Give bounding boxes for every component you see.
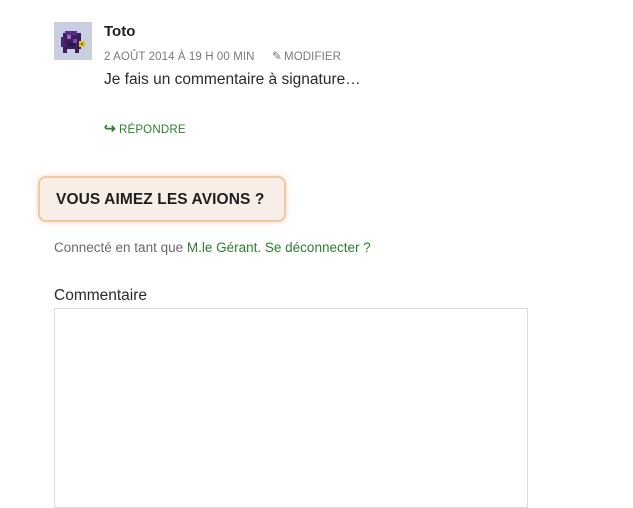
- logged-in-as: Connecté en tant que M.le Gérant. Se déc…: [54, 240, 371, 255]
- reply-title: VOUS AIMEZ LES AVIONS ?: [56, 191, 265, 208]
- comment-text: Je fais un commentaire à signature…: [104, 71, 361, 88]
- user-link[interactable]: M.le Gérant: [187, 240, 258, 255]
- comment-meta: 2 AOÛT 2014 À 19 H 00 MIN ✎ MODIFIER: [104, 49, 341, 63]
- avatar: [54, 22, 92, 60]
- pixel-avatar-icon: [55, 23, 91, 59]
- reply-form-heading: VOUS AIMEZ LES AVIONS ?: [38, 176, 286, 222]
- logout-link[interactable]: Se déconnecter ?: [265, 240, 371, 255]
- edit-label[interactable]: MODIFIER: [284, 51, 341, 63]
- comment-date[interactable]: 2 AOÛT 2014 À 19 H 00 MIN: [104, 51, 255, 63]
- comment-label: Commentaire: [54, 287, 148, 304]
- reply-arrow-icon: ↪: [104, 120, 116, 136]
- comment-author[interactable]: Toto: [104, 23, 135, 40]
- pencil-icon: ✎: [271, 49, 283, 63]
- edit-link[interactable]: ✎ MODIFIER: [271, 49, 341, 63]
- comment-textarea[interactable]: [54, 308, 528, 508]
- logged-prefix: Connecté en tant que: [54, 240, 187, 255]
- reply-label[interactable]: RÉPONDRE: [119, 124, 186, 136]
- reply-link[interactable]: ↪ RÉPONDRE: [104, 120, 186, 137]
- separator: .: [257, 240, 265, 255]
